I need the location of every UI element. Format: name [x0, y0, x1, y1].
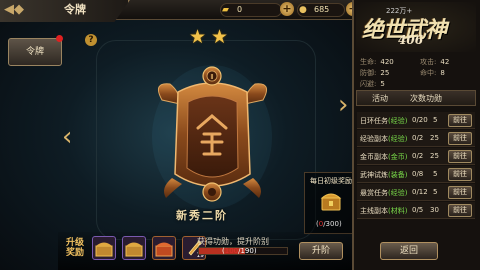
stat-attack: 攻击: 42	[420, 57, 449, 67]
daily-reward-progress: (0/300)	[316, 220, 342, 228]
task-name: 金币副本(金币)	[360, 152, 407, 162]
task-tag: (材料)	[388, 207, 408, 215]
task-name: 经验副本(经验)	[360, 134, 407, 144]
task-name: 武神试炼(装备)	[360, 170, 407, 180]
stat-label: 命中:	[420, 69, 437, 77]
task-points: 30	[430, 206, 439, 214]
treasure-chest-icon	[155, 242, 173, 257]
task-progress: 0/8	[412, 170, 424, 178]
go-button[interactable]: 前往	[448, 186, 472, 199]
task-progress: 0/2	[412, 152, 424, 160]
task-name: 主线副本(材料)	[360, 206, 407, 216]
task-progress: 0/12	[412, 188, 428, 196]
next-token-arrow-icon[interactable]: ›	[338, 92, 348, 118]
task-label: 金币副本	[360, 153, 388, 161]
back-arrow-icon[interactable]: ◀◆	[4, 2, 26, 18]
stat-dodge: 闪避: 5	[360, 79, 385, 89]
task-tag: (经验)	[388, 117, 408, 125]
header-activity: 活动	[372, 94, 388, 103]
coin-value: 685	[314, 5, 330, 14]
task-progress: 0/20	[412, 116, 428, 124]
task-points: 25	[430, 152, 439, 160]
stat-hp: 生命: 420	[360, 57, 394, 67]
stat-value: 42	[440, 58, 450, 66]
stat-defense: 防御: 25	[360, 68, 389, 78]
star-icon: ★	[189, 26, 207, 48]
merit-current: 100	[224, 247, 239, 255]
stat-value: 25	[380, 69, 390, 77]
task-tag: (金币)	[388, 153, 408, 161]
upgrade-label-line1: 升级	[66, 238, 85, 248]
header-count-merit: 次数功勋	[410, 94, 442, 103]
task-progress: 0/5	[412, 206, 424, 214]
stat-label: 防御:	[360, 69, 377, 77]
task-points: 5	[433, 116, 438, 124]
merit-total: /190	[238, 247, 254, 255]
stat-value: 420	[380, 58, 394, 66]
go-button[interactable]: 前往	[448, 114, 472, 127]
stat-label: 闪避:	[360, 80, 377, 88]
merit-hint-text: 获得功勋，提升阶别	[197, 237, 269, 246]
gold-ingot-icon: ▰	[222, 5, 229, 15]
help-icon[interactable]: ?	[85, 34, 97, 46]
task-progress: 0/2	[412, 134, 424, 142]
stat-value: 8	[440, 69, 445, 77]
reward-item-slot[interactable]	[92, 236, 116, 260]
task-tag: (经验)	[388, 135, 408, 143]
daily-reward-total: /300	[323, 220, 339, 228]
go-button[interactable]: 前往	[448, 132, 472, 145]
task-label: 武神试炼	[360, 171, 388, 179]
treasure-chest-icon[interactable]	[320, 190, 342, 212]
treasure-chest-icon	[125, 242, 143, 257]
task-points: 5	[433, 170, 438, 178]
task-name: 日环任务(经验)	[360, 116, 407, 126]
upgrade-label-line2: 奖励	[66, 248, 85, 258]
gold-ingot-resource: ▰ 0	[220, 3, 282, 17]
token-emblem-icon: Ⅱ	[152, 65, 272, 209]
treasure-chest-icon	[95, 242, 113, 257]
reward-item-slot[interactable]	[122, 236, 146, 260]
task-points: 5	[433, 188, 438, 196]
stat-label: 生命:	[360, 58, 377, 66]
task-points: 25	[430, 134, 439, 142]
coin-resource: ● 685	[297, 3, 345, 17]
combat-power-value: 406	[398, 33, 424, 47]
stat-value: 5	[380, 80, 385, 88]
rank-name: 新秀二阶	[176, 209, 228, 222]
task-label: 经验副本	[360, 135, 388, 143]
task-tag: (经验)	[388, 189, 408, 197]
task-label: 主线副本	[360, 207, 388, 215]
go-button[interactable]: 前往	[448, 150, 472, 163]
gold-ingot-value: 0	[237, 5, 243, 14]
reward-item-slot[interactable]	[152, 236, 176, 260]
coin-icon: ●	[299, 5, 307, 15]
task-tag: (装备)	[388, 171, 408, 179]
svg-text:Ⅱ: Ⅱ	[210, 73, 213, 81]
daily-reward-label: 每日初级奖励	[310, 177, 352, 185]
tab-token[interactable]: 令牌	[8, 38, 62, 66]
go-button[interactable]: 前往	[448, 168, 472, 181]
page-title: 令牌	[64, 3, 86, 16]
add-gold-ingot-button[interactable]: +	[280, 2, 294, 16]
merit-progress-value: (100/190)	[222, 247, 257, 255]
notification-dot-icon	[56, 35, 63, 42]
star-icon: ★	[211, 26, 229, 48]
prev-token-arrow-icon[interactable]: ‹	[62, 124, 72, 150]
return-button[interactable]: 返回	[380, 242, 438, 260]
task-name: 悬赏任务(经验)	[360, 188, 407, 198]
stat-hit: 命中: 8	[420, 68, 445, 78]
stat-label: 攻击:	[420, 58, 437, 66]
go-button[interactable]: 前往	[448, 204, 472, 217]
rank-up-button[interactable]: 升阶	[299, 242, 343, 260]
upgrade-reward-label: 升级 奖励	[66, 238, 88, 258]
task-label: 悬赏任务	[360, 189, 388, 197]
task-label: 日环任务	[360, 117, 388, 125]
